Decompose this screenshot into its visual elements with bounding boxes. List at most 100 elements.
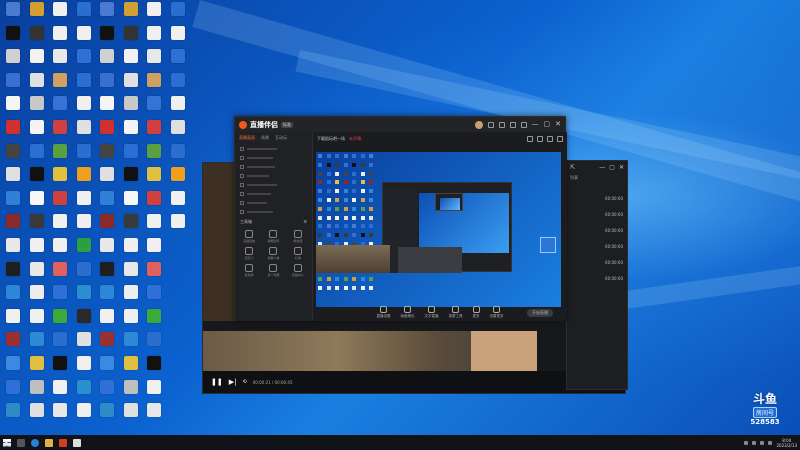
desktop-shortcut-icon[interactable] [120, 261, 142, 286]
desktop-shortcut-icon[interactable] [143, 308, 165, 333]
desktop-shortcut-icon[interactable] [167, 96, 189, 120]
desktop-shortcut-icon[interactable] [96, 25, 118, 50]
live-companion-window[interactable]: 直播伴侣 标准 — ▢ ✕ 直播画面 场景 互动玩 工具箱 ⚙ 直播回放 弹幕助… [234, 116, 567, 321]
desktop-shortcut-icon[interactable] [2, 120, 24, 144]
desktop-shortcut-icon[interactable] [143, 403, 165, 427]
desktop-shortcut-icon[interactable] [96, 403, 118, 427]
desktop-shortcut-icon[interactable] [96, 332, 118, 356]
desktop-shortcut-icon[interactable] [96, 2, 118, 26]
desktop-shortcut-icon[interactable] [26, 49, 48, 73]
restore-button[interactable]: ▢ [609, 164, 615, 171]
desktop-shortcut-icon[interactable] [26, 379, 48, 404]
desktop-shortcut-icon[interactable] [49, 308, 71, 333]
desktop-shortcut-icon[interactable] [96, 120, 118, 144]
desktop-shortcut-icon[interactable] [49, 285, 71, 309]
settings-icon[interactable] [509, 121, 516, 128]
desktop-shortcut-icon[interactable] [73, 356, 95, 380]
desktop-shortcut-icon[interactable] [26, 2, 48, 26]
layout-icon[interactable] [537, 136, 543, 142]
mail-icon[interactable] [498, 121, 505, 128]
desktop-shortcut-icon[interactable] [96, 214, 118, 238]
desktop-shortcut-icon[interactable] [26, 190, 48, 215]
desktop-shortcut-icon[interactable] [73, 25, 95, 50]
desktop-shortcut-icon[interactable] [143, 25, 165, 50]
desktop-shortcut-icon[interactable] [143, 379, 165, 404]
list-item[interactable]: 00:00:00 [567, 223, 627, 239]
desktop-shortcut-icon[interactable] [120, 49, 142, 73]
desktop-shortcut-icon[interactable] [26, 214, 48, 238]
desktop-shortcut-icon[interactable] [96, 238, 118, 262]
checkbox[interactable] [240, 209, 244, 214]
checkbox[interactable] [240, 182, 244, 187]
taskbar-clock[interactable]: 8:04 2023/2/13 [776, 438, 797, 448]
network-icon[interactable] [760, 440, 765, 445]
desktop-shortcut-icon[interactable] [143, 261, 165, 286]
desktop-shortcut-icon[interactable] [26, 72, 48, 97]
desktop-shortcut-icon[interactable] [26, 332, 48, 356]
desktop-shortcut-icon[interactable] [49, 190, 71, 215]
desktop-shortcut-icon[interactable] [73, 2, 95, 26]
desktop-shortcut-icon[interactable] [143, 190, 165, 215]
checkbox[interactable] [240, 200, 244, 205]
desktop-shortcut-icon[interactable] [120, 214, 142, 238]
desktop-shortcut-icon[interactable] [73, 261, 95, 286]
browser-icon[interactable] [31, 438, 39, 447]
desktop-shortcut-icon[interactable] [143, 49, 165, 73]
desktop-shortcut-icon[interactable] [96, 308, 118, 333]
list-item[interactable]: 00:00:00 [567, 255, 627, 271]
desktop-shortcut-icon[interactable] [49, 96, 71, 120]
desktop-shortcut-icon[interactable] [2, 356, 24, 380]
desktop-shortcut-icon[interactable] [73, 403, 95, 427]
desktop-shortcut-icon[interactable] [2, 308, 24, 333]
source-row[interactable] [235, 207, 312, 216]
source-row[interactable] [235, 189, 312, 198]
live-preview[interactable] [316, 152, 561, 307]
desktop-shortcut-icon[interactable] [49, 25, 71, 50]
app-icon[interactable] [73, 438, 81, 447]
start-live-button[interactable]: 开始直播 [527, 309, 553, 317]
desktop-shortcut-icon[interactable] [73, 214, 95, 238]
desktop-shortcut-icon[interactable] [120, 379, 142, 404]
desktop-shortcut-icon[interactable] [96, 167, 118, 191]
bottom-tool[interactable]: 画面美化 [401, 306, 415, 319]
desktop-shortcut-icon[interactable] [96, 190, 118, 215]
desktop-shortcut-icon[interactable] [2, 403, 24, 427]
checkbox[interactable] [240, 155, 244, 160]
tool-item[interactable]: 多个效果 [262, 264, 284, 277]
desktop-shortcut-icon[interactable] [167, 25, 189, 50]
desktop-shortcut-icon[interactable] [73, 167, 95, 191]
desktop-shortcut-icon[interactable] [120, 190, 142, 215]
tab-live-scene[interactable]: 直播画面 [239, 135, 255, 141]
desktop-shortcut-icon[interactable] [120, 2, 142, 26]
bottom-tool[interactable]: 更多 [472, 306, 480, 319]
volume-icon[interactable] [768, 440, 773, 445]
desktop-shortcut-icon[interactable] [120, 403, 142, 427]
desktop-shortcut-icon[interactable] [2, 96, 24, 120]
desktop-shortcut-icon[interactable] [49, 214, 71, 238]
desktop-shortcut-icon[interactable] [2, 25, 24, 50]
checkbox[interactable] [240, 191, 244, 196]
tool-item[interactable]: 直播回放 [238, 230, 260, 243]
desktop-shortcut-icon[interactable] [49, 403, 71, 427]
desktop-shortcut-icon[interactable] [73, 285, 95, 309]
desktop-shortcut-icon[interactable] [120, 332, 142, 356]
desktop-shortcut-icon[interactable] [26, 356, 48, 380]
desktop-shortcut-icon[interactable] [2, 214, 24, 238]
desktop-shortcut-icon[interactable] [73, 96, 95, 120]
tool-item[interactable]: 礼物 [287, 247, 309, 260]
desktop-shortcut-icon[interactable] [73, 238, 95, 262]
loop-icon[interactable]: ⟲ [242, 379, 246, 385]
pause-icon[interactable]: ❚❚ [211, 378, 223, 386]
desktop-shortcut-icon[interactable] [96, 143, 118, 168]
maximize-button[interactable]: ▢ [544, 121, 551, 128]
desktop-shortcut-icon[interactable] [73, 49, 95, 73]
desktop-shortcut-icon[interactable] [49, 49, 71, 73]
source-row[interactable] [235, 180, 312, 189]
desktop-shortcut-icon[interactable] [26, 25, 48, 50]
pin-icon[interactable]: ⇱ [570, 164, 575, 171]
tool-item[interactable]: 音效库 [238, 264, 260, 277]
desktop-shortcut-icon[interactable] [167, 190, 189, 215]
desktop-shortcut-icon[interactable] [2, 143, 24, 168]
desktop-shortcut-icon[interactable] [73, 379, 95, 404]
tool-item[interactable]: 弹幕助手 [262, 230, 284, 243]
